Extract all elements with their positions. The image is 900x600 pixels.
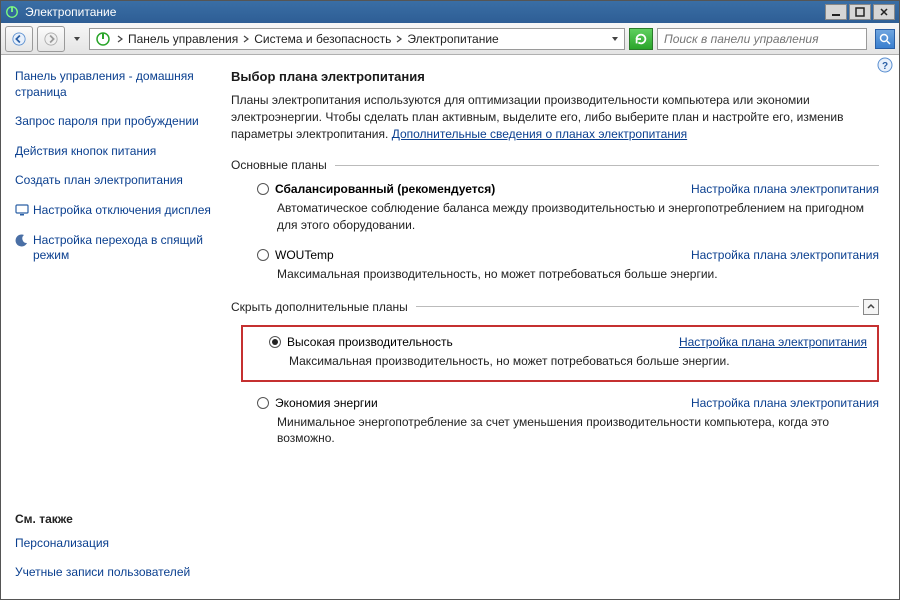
radio-icon (257, 397, 269, 409)
help-icon[interactable]: ? (877, 57, 893, 73)
breadcrumb-item[interactable]: Система и безопасность (254, 32, 391, 46)
radio-icon (269, 336, 281, 348)
plan-name: Экономия энергии (275, 396, 378, 410)
group-basic-plans: Основные планы (231, 158, 879, 172)
close-button[interactable] (873, 4, 895, 20)
toolbar: Панель управления Система и безопасность… (1, 23, 899, 55)
minimize-button[interactable] (825, 4, 847, 20)
content-body: Панель управления - домашняя страница За… (1, 55, 899, 599)
radio-icon (257, 183, 269, 195)
plan-description: Автоматическое соблюдение баланса между … (277, 200, 879, 234)
svg-text:?: ? (882, 61, 888, 72)
sidebar-link-create-plan[interactable]: Создать план электропитания (15, 173, 217, 189)
intro-more-link[interactable]: Дополнительные сведения о планах электро… (392, 127, 687, 141)
plan-settings-link[interactable]: Настройка плана электропитания (691, 182, 879, 196)
intro-text: Планы электропитания используются для оп… (231, 92, 879, 142)
divider (416, 306, 859, 307)
window-controls (825, 4, 895, 20)
search-input[interactable] (662, 31, 842, 47)
main-content: ? Выбор плана электропитания Планы элект… (231, 55, 899, 599)
plan-radio-high-performance[interactable]: Высокая производительность (269, 335, 453, 349)
plan-description: Максимальная производительность, но може… (277, 266, 879, 283)
title-left: Электропитание (5, 5, 116, 19)
plan-radio-energy-saver[interactable]: Экономия энергии (257, 396, 378, 410)
collapse-button[interactable] (863, 299, 879, 315)
chevron-right-icon (242, 32, 250, 46)
window-title: Электропитание (25, 5, 116, 19)
breadcrumb-item[interactable]: Электропитание (407, 32, 498, 46)
plan-radio-woutemp[interactable]: WOUTemp (257, 248, 334, 262)
plan-description: Максимальная производительность, но може… (289, 353, 867, 370)
sidebar-footer-heading: См. также (15, 512, 217, 526)
power-small-icon (94, 30, 112, 48)
plan-settings-link[interactable]: Настройка плана электропитания (691, 396, 879, 410)
titlebar: Электропитание (1, 1, 899, 23)
moon-icon (15, 233, 29, 247)
plan-item: Высокая производительность Настройка пла… (269, 335, 867, 370)
chevron-right-icon (116, 32, 124, 46)
monitor-icon (15, 203, 29, 217)
sidebar-link-sleep[interactable]: Настройка перехода в спящий режим (15, 233, 217, 264)
forward-button[interactable] (37, 26, 65, 52)
plan-item: Экономия энергии Настройка плана электро… (257, 396, 879, 448)
plan-settings-link[interactable]: Настройка плана электропитания (679, 335, 867, 349)
address-bar[interactable]: Панель управления Система и безопасность… (89, 28, 625, 50)
search-go-button[interactable] (875, 29, 895, 49)
sidebar-footer: См. также Персонализация Учетные записи … (15, 512, 217, 585)
highlighted-plan-box: Высокая производительность Настройка пла… (241, 325, 879, 382)
maximize-button[interactable] (849, 4, 871, 20)
sidebar-link-display-off[interactable]: Настройка отключения дисплея (15, 203, 217, 219)
chevron-right-icon (395, 32, 403, 46)
group-additional-plans: Скрыть дополнительные планы (231, 299, 879, 315)
refresh-button[interactable] (629, 28, 653, 50)
plan-item: WOUTemp Настройка плана электропитания М… (257, 248, 879, 283)
plan-name: WOUTemp (275, 248, 334, 262)
plan-description: Минимальное энергопотребление за счет ум… (277, 414, 879, 448)
plan-name: Сбалансированный (рекомендуется) (275, 182, 495, 196)
sidebar-link-personalization[interactable]: Персонализация (15, 536, 217, 552)
breadcrumb-dropdown[interactable] (610, 34, 620, 44)
search-box (657, 28, 867, 50)
nav-history-dropdown[interactable] (69, 26, 85, 52)
page-title: Выбор плана электропитания (231, 69, 879, 84)
plan-item: Сбалансированный (рекомендуется) Настрой… (257, 182, 879, 234)
plan-radio-balanced[interactable]: Сбалансированный (рекомендуется) (257, 182, 495, 196)
window: Электропитание Панель управления Система… (0, 0, 900, 600)
power-icon (5, 5, 19, 19)
sidebar: Панель управления - домашняя страница За… (1, 55, 231, 599)
divider (335, 165, 879, 166)
sidebar-link-accounts[interactable]: Учетные записи пользователей (15, 565, 217, 581)
plan-settings-link[interactable]: Настройка плана электропитания (691, 248, 879, 262)
plan-name: Высокая производительность (287, 335, 453, 349)
sidebar-link-buttons[interactable]: Действия кнопок питания (15, 144, 217, 160)
sidebar-link-password[interactable]: Запрос пароля при пробуждении (15, 114, 217, 130)
breadcrumb-item[interactable]: Панель управления (128, 32, 238, 46)
radio-icon (257, 249, 269, 261)
sidebar-link-home[interactable]: Панель управления - домашняя страница (15, 69, 217, 100)
back-button[interactable] (5, 26, 33, 52)
